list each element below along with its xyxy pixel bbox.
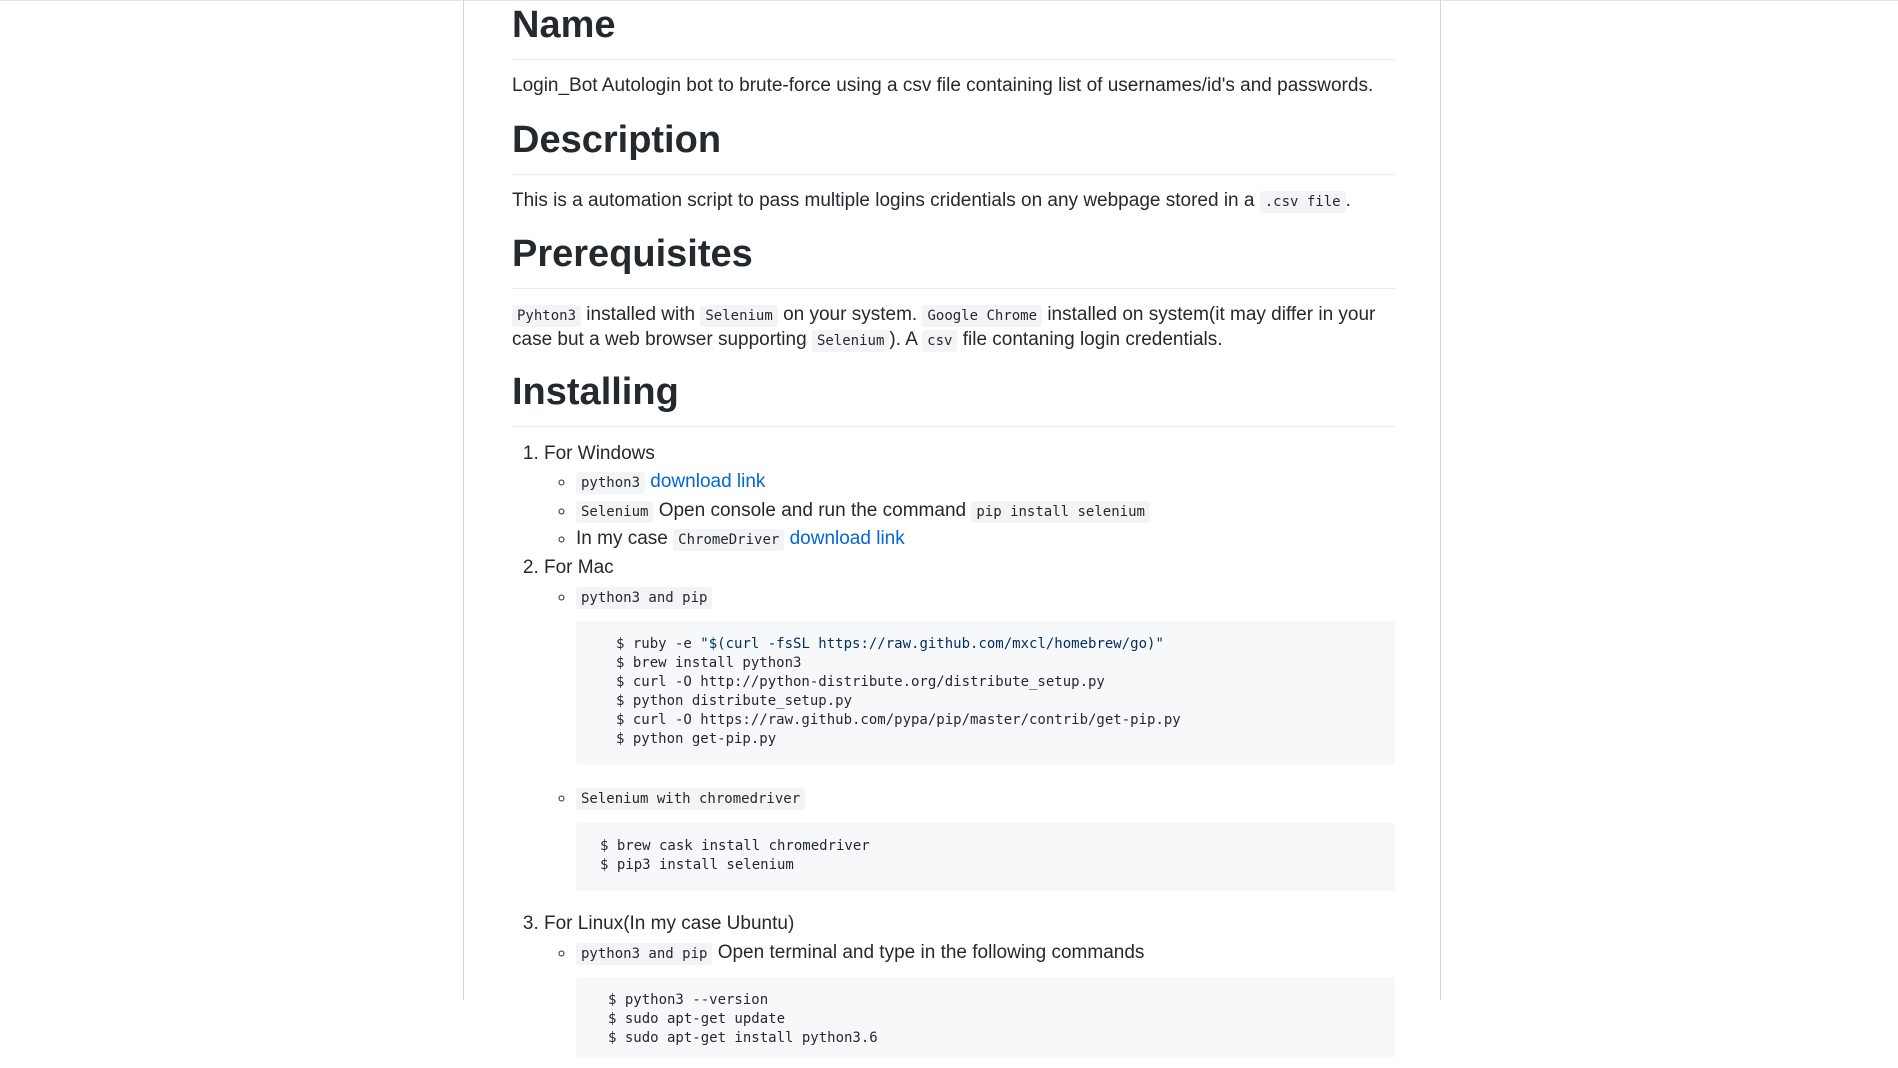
windows-python-item: python3 download link <box>576 469 1395 495</box>
step-linux: For Linux(In my case Ubuntu) python3 and… <box>544 911 1395 1059</box>
code-line: $ python distribute_setup.py <box>616 693 853 710</box>
mac-python-pip-code: python3 and pip <box>576 586 713 609</box>
chromedriver-code: ChromeDriver <box>673 529 785 552</box>
csv-file-code: .csv file <box>1259 190 1346 213</box>
pip-install-selenium-code: pip install selenium <box>971 500 1150 523</box>
description-text-after: . <box>1345 189 1351 211</box>
section-name: Name Login_Bot Autologin bot to brute-fo… <box>512 2 1395 98</box>
code-line-1-string: "$(curl -fsSL https://raw.github.com/mxc… <box>700 636 1164 653</box>
heading-prerequisites: Prerequisites <box>512 231 1395 289</box>
mac-substeps: python3 and pip $ ruby -e "$(curl -fsSL … <box>544 584 1395 891</box>
code-line: $ ruby -e "$(curl -fsSL https://raw.gith… <box>616 635 1395 654</box>
mac-python-pip-item: python3 and pip $ ruby -e "$(curl -fsSL … <box>576 584 1395 766</box>
code-line: $ python get-pip.py <box>616 731 777 748</box>
prereq-code-selenium-2: Selenium <box>811 329 890 352</box>
code-line: $ brew install python3 <box>616 655 802 672</box>
mac-selenium-code: Selenium with chromedriver <box>576 788 806 811</box>
mac-selenium-item: Selenium with chromedriver $ brew cask i… <box>576 785 1395 891</box>
code-line-1-prefix: $ ruby -e <box>616 636 701 653</box>
python3-code: python3 <box>576 472 646 495</box>
linux-substeps: python3 and pip Open terminal and type i… <box>544 940 1395 1059</box>
chromedriver-download-link[interactable]: download link <box>790 528 905 549</box>
code-line: $ brew cask install chromedriver <box>600 837 870 854</box>
section-installing: Installing For Windows python3 download … <box>512 369 1395 1068</box>
code-line: $ python3 --version <box>608 992 769 1009</box>
step-mac: For Mac python3 and pip $ ruby -e "$(cur… <box>544 555 1395 891</box>
linux-python-pip-text: Open terminal and type in the following … <box>712 941 1145 963</box>
heading-description: Description <box>512 117 1395 175</box>
prereq-code-selenium: Selenium <box>700 304 778 327</box>
prereq-code-chrome: Google Chrome <box>922 304 1043 327</box>
description-text: This is a automation script to pass mult… <box>512 189 1395 213</box>
install-steps-list: For Windows python3 download link Seleni… <box>512 441 1395 1059</box>
linux-code-block: $ python3 --version $ sudo apt-get update… <box>576 977 1395 1059</box>
windows-substeps: python3 download link Selenium Open cons… <box>544 469 1395 552</box>
code-line: $ curl -O https://raw.github.com/pypa/pi… <box>616 712 1181 729</box>
code-line: $ curl -O http://python-distribute.org/d… <box>616 674 1105 691</box>
windows-chromedriver-text: In my case <box>576 528 674 550</box>
python3-download-link[interactable]: download link <box>650 471 765 492</box>
linux-python-pip-item: python3 and pip Open terminal and type i… <box>576 940 1395 1059</box>
section-prerequisites: Prerequisites Pyhton3 installed with Sel… <box>512 231 1395 353</box>
prereq-code-csv: csv <box>922 329 958 352</box>
windows-selenium-item: Selenium Open console and run the comman… <box>576 498 1395 524</box>
prereq-text-4: ). A <box>889 328 923 350</box>
step-mac-label: For Mac <box>544 557 614 579</box>
linux-python-pip-code: python3 and pip <box>576 942 713 965</box>
code-line: $ pip3 install selenium <box>600 856 794 873</box>
readme-container: Name Login_Bot Autologin bot to brute-fo… <box>463 0 1441 1059</box>
prereq-code-python: Pyhton3 <box>512 304 582 327</box>
selenium-code: Selenium <box>576 500 654 523</box>
prereq-text-1: installed with <box>581 303 701 325</box>
step-windows: For Windows python3 download link Seleni… <box>544 441 1395 553</box>
heading-installing: Installing <box>512 369 1395 427</box>
step-linux-label: For Linux(In my case Ubuntu) <box>544 912 795 934</box>
heading-name: Name <box>512 2 1395 60</box>
prerequisites-text: Pyhton3 installed with Selenium on your … <box>512 303 1395 353</box>
name-text: Login_Bot Autologin bot to brute-force u… <box>512 74 1374 96</box>
mac-selenium-code-block: $ brew cask install chromedriver $ pip3 i… <box>576 822 1395 891</box>
windows-selenium-text: Open console and run the command <box>653 499 972 521</box>
description-text-before: This is a automation script to pass mult… <box>512 189 1260 211</box>
section-description: Description This is a automation script … <box>512 117 1395 213</box>
code-line: $ sudo apt-get install python3.6 <box>608 1030 878 1047</box>
mac-python-code-block: $ ruby -e "$(curl -fsSL https://raw.gith… <box>576 621 1395 766</box>
prereq-text-2: on your system. <box>777 303 923 325</box>
code-line: $ sudo apt-get update <box>608 1011 786 1028</box>
windows-chromedriver-item: In my case ChromeDriver download link <box>576 526 1395 552</box>
prereq-text-5: file contaning login credentials. <box>957 328 1223 350</box>
step-windows-label: For Windows <box>544 442 655 464</box>
